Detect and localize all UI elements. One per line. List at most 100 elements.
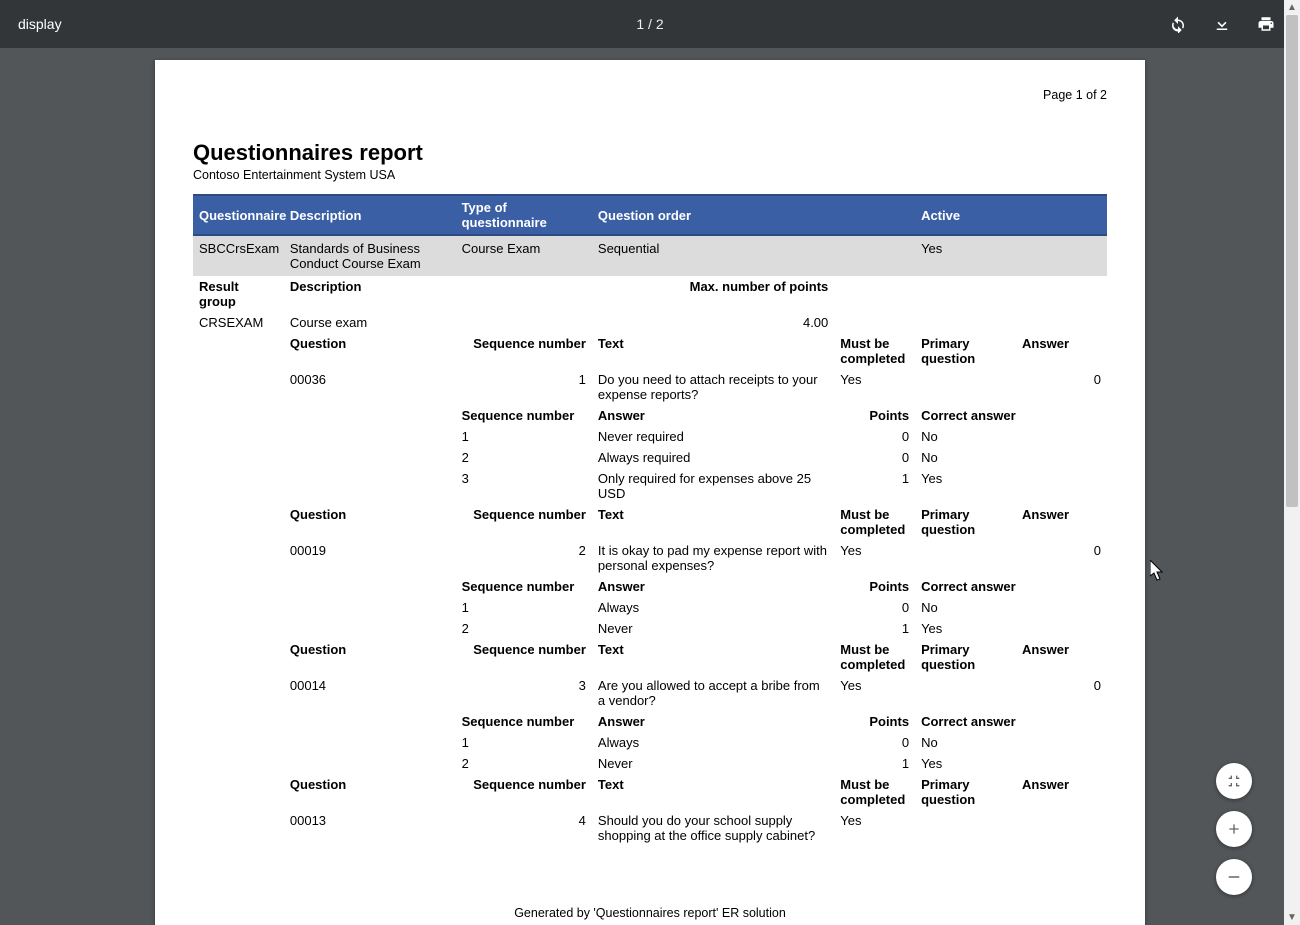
label-must-complete: Must be completed <box>834 333 915 369</box>
answer-text: Never <box>592 618 834 639</box>
result-group-points: 4.00 <box>456 312 835 333</box>
question-primary <box>915 540 1016 576</box>
report-subtitle: Contoso Entertainment System USA <box>193 168 1107 182</box>
label-ans-points: Points <box>834 405 915 426</box>
answer-points: 0 <box>834 597 915 618</box>
col-questionnaire: Questionnaire <box>193 195 284 235</box>
label-question: Question <box>284 333 456 369</box>
question-id: 00036 <box>284 369 456 405</box>
toolbar-actions <box>1168 14 1288 34</box>
question-must-complete: Yes <box>834 540 915 576</box>
question-primary <box>915 369 1016 405</box>
answer-correct: No <box>915 597 1107 618</box>
question-seq: 4 <box>456 810 592 846</box>
label-seq: Sequence number <box>456 333 592 369</box>
scroll-down-arrow[interactable]: ▼ <box>1287 910 1297 925</box>
report-table: QuestionnaireDescriptionType of question… <box>193 194 1107 846</box>
question-primary <box>915 810 1016 846</box>
page-1: Page 1 of 2 Questionnaires report Contos… <box>155 60 1145 925</box>
document-title: display <box>12 16 62 32</box>
label-answer: Answer <box>1016 639 1107 675</box>
question-must-complete: Yes <box>834 369 915 405</box>
answer-points: 0 <box>834 732 915 753</box>
answer-correct: Yes <box>915 468 1107 504</box>
question-must-complete: Yes <box>834 675 915 711</box>
label-ans-correct: Correct answer <box>915 405 1107 426</box>
label-ans-points: Points <box>834 711 915 732</box>
question-must-complete: Yes <box>834 810 915 846</box>
label-max-points: Max. number of points <box>456 276 835 312</box>
label-text: Text <box>592 504 834 540</box>
fit-to-page-button[interactable] <box>1216 763 1252 799</box>
answer-points: 1 <box>834 468 915 504</box>
question-seq: 1 <box>456 369 592 405</box>
answer-text: Never required <box>592 426 834 447</box>
answer-seq: 2 <box>456 447 592 468</box>
label-ans-answer: Answer <box>592 711 834 732</box>
label-ans-seq: Sequence number <box>456 711 592 732</box>
answer-correct: No <box>915 426 1107 447</box>
answer-text: Always required <box>592 447 834 468</box>
answer-seq: 2 <box>456 618 592 639</box>
scroll-up-arrow[interactable]: ▲ <box>1287 0 1297 15</box>
answer-points: 1 <box>834 753 915 774</box>
label-result-group: Result group <box>193 276 284 312</box>
floating-buttons <box>1216 763 1252 895</box>
answer-seq: 1 <box>456 426 592 447</box>
label-question: Question <box>284 774 456 810</box>
page-indicator: 1 / 2 <box>636 16 663 32</box>
question-answer-value: 0 <box>1016 369 1107 405</box>
download-icon[interactable] <box>1212 14 1232 34</box>
questionnaire-type: Course Exam <box>456 235 592 276</box>
label-seq: Sequence number <box>456 504 592 540</box>
scrollbar-track[interactable] <box>1284 15 1300 910</box>
answer-correct: No <box>915 732 1107 753</box>
answer-points: 0 <box>834 426 915 447</box>
answer-seq: 2 <box>456 753 592 774</box>
pdf-toolbar: display 1 / 2 <box>0 0 1300 48</box>
questionnaire-active: Yes <box>915 235 1107 276</box>
question-answer-value: 0 <box>1016 540 1107 576</box>
label-answer: Answer <box>1016 504 1107 540</box>
report-title: Questionnaires report <box>193 140 1107 166</box>
label-answer: Answer <box>1016 333 1107 369</box>
answer-text: Only required for expenses above 25 USD <box>592 468 834 504</box>
label-seq: Sequence number <box>456 639 592 675</box>
questionnaire-desc: Standards of Business Conduct Course Exa… <box>284 235 456 276</box>
question-seq: 2 <box>456 540 592 576</box>
scrollbar-thumb[interactable] <box>1286 15 1298 507</box>
label-ans-answer: Answer <box>592 405 834 426</box>
question-text: Should you do your school supply shoppin… <box>592 810 834 846</box>
label-ans-correct: Correct answer <box>915 711 1107 732</box>
label-must-complete: Must be completed <box>834 774 915 810</box>
zoom-in-button[interactable] <box>1216 811 1252 847</box>
label-primary-q: Primary question <box>915 774 1016 810</box>
answer-correct: Yes <box>915 753 1107 774</box>
col-type: Type of questionnaire <box>456 195 592 235</box>
label-must-complete: Must be completed <box>834 639 915 675</box>
question-id: 00013 <box>284 810 456 846</box>
answer-seq: 3 <box>456 468 592 504</box>
rotate-icon[interactable] <box>1168 14 1188 34</box>
answer-text: Always <box>592 597 834 618</box>
vertical-scrollbar[interactable]: ▲ ▼ <box>1284 0 1300 925</box>
questionnaire-order: Sequential <box>592 235 915 276</box>
label-primary-q: Primary question <box>915 504 1016 540</box>
zoom-out-button[interactable] <box>1216 859 1252 895</box>
document-scroll-area[interactable]: Page 1 of 2 Questionnaires report Contos… <box>0 48 1300 925</box>
question-id: 00014 <box>284 675 456 711</box>
label-question: Question <box>284 639 456 675</box>
answer-points: 0 <box>834 447 915 468</box>
label-ans-answer: Answer <box>592 576 834 597</box>
label-ans-points: Points <box>834 576 915 597</box>
print-icon[interactable] <box>1256 14 1276 34</box>
answer-seq: 1 <box>456 732 592 753</box>
col-description: Description <box>284 195 456 235</box>
col-order: Question order <box>592 195 915 235</box>
label-rg-description: Description <box>284 276 456 312</box>
label-seq: Sequence number <box>456 774 592 810</box>
question-seq: 3 <box>456 675 592 711</box>
col-active: Active <box>915 195 1107 235</box>
question-id: 00019 <box>284 540 456 576</box>
answer-text: Never <box>592 753 834 774</box>
